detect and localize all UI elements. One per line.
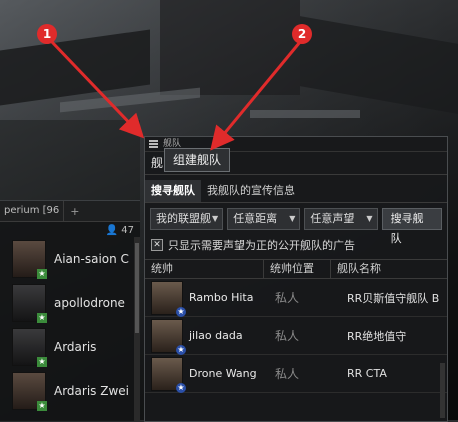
arrow-2 xyxy=(210,41,302,151)
annotation-arrows xyxy=(50,40,302,151)
annotation-marker-1: 1 xyxy=(37,24,57,44)
annotation-marker-2: 2 xyxy=(292,24,312,44)
arrow-1 xyxy=(50,40,145,139)
